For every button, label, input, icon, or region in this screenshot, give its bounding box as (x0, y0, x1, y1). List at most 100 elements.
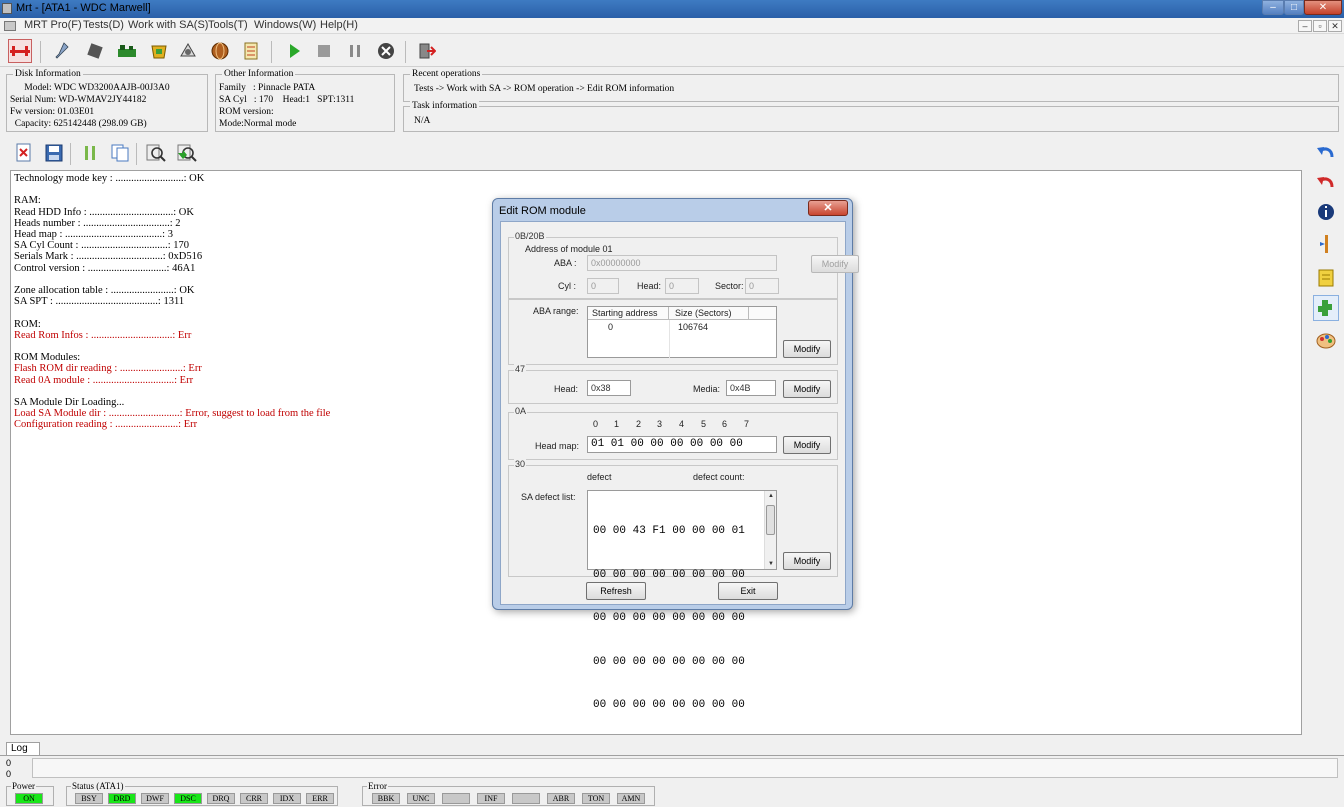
play-icon[interactable] (282, 39, 306, 63)
dialog-close-button[interactable]: ✕ (808, 200, 848, 216)
log-line: Head map : .............................… (14, 229, 173, 240)
plugin-icon[interactable] (1313, 295, 1339, 321)
globe-icon[interactable] (208, 39, 232, 63)
mdi-minimize-button[interactable]: – (1298, 20, 1312, 32)
save-log-icon[interactable] (42, 141, 66, 165)
redo-icon[interactable] (1313, 169, 1339, 195)
palette-icon[interactable] (1313, 327, 1339, 353)
window-title: Mrt - [ATA1 - WDC Marwell] (16, 2, 151, 14)
exit-icon[interactable] (415, 39, 439, 63)
status-flag: ON (15, 793, 43, 804)
app-icon (2, 3, 12, 14)
toolbar-separator (136, 143, 137, 165)
defect-list-scrollbar[interactable]: ▲ ▼ (764, 491, 776, 569)
task-information-legend: Task information (410, 101, 480, 111)
log-line: Read 0A module : .......................… (14, 374, 194, 386)
scroll-down-icon[interactable]: ▼ (768, 561, 774, 567)
log-tab[interactable]: Log (6, 742, 40, 756)
head-map-field[interactable]: 01 01 00 00 00 00 00 00 (587, 436, 777, 453)
drive-icon[interactable] (176, 39, 200, 63)
find-icon[interactable] (144, 141, 168, 165)
scroll-thumb[interactable] (766, 505, 775, 535)
mdi-restore-button[interactable]: ▫ (1313, 20, 1327, 32)
aba-field[interactable]: 0x00000000 (587, 255, 777, 271)
status-flag: DRQ (207, 793, 235, 804)
toolbar-separator (70, 143, 71, 165)
head-map-label: Head map: (535, 441, 580, 451)
menu-mrt-pro[interactable]: MRT Pro(F) (24, 19, 82, 31)
menu-tests[interactable]: Tests(D) (83, 19, 124, 31)
pause-icon[interactable] (343, 39, 367, 63)
rom-version-info: ROM version: (219, 107, 274, 117)
module-icon[interactable] (147, 39, 171, 63)
status-flag (442, 793, 470, 804)
position-strip: 0 0 (0, 755, 1344, 780)
find-next-icon[interactable] (175, 141, 199, 165)
sa-defect-list[interactable]: 00 00 43 F1 00 00 00 01 00 00 00 00 00 0… (587, 490, 777, 711)
log-line: Read Rom Infos : .......................… (14, 329, 192, 341)
log-line: Technology mode key : ..................… (14, 173, 205, 184)
log-line: Serials Mark : .........................… (14, 251, 203, 263)
chip-icon[interactable] (83, 39, 107, 63)
disconnect-icon[interactable] (8, 39, 32, 63)
disk-model: Model: WDC WD3200AAJB-00J3A0 (10, 83, 170, 93)
cyl-field[interactable]: 0 (587, 278, 619, 294)
notes-icon[interactable] (1313, 265, 1339, 291)
refresh-button[interactable]: Refresh (586, 582, 646, 600)
address-of-module-label: Address of module 01 (525, 244, 613, 254)
head-field[interactable]: 0 (665, 278, 699, 294)
flash-icon[interactable] (1313, 231, 1339, 257)
pipette-icon[interactable] (50, 39, 74, 63)
menu-tools[interactable]: Tools(T) (208, 19, 248, 31)
aba-range-modify-button[interactable]: Modify (783, 340, 831, 358)
info-icon[interactable] (1313, 199, 1339, 225)
mode-info: Mode:Normal mode (219, 119, 297, 129)
copy-log-icon[interactable] (108, 141, 132, 165)
scroll-up-icon[interactable]: ▲ (768, 493, 774, 499)
error-group: Error BBK UNC INF ABR TON AMN (362, 781, 655, 806)
title-bar: Mrt - [ATA1 - WDC Marwell] – □ ✕ (0, 0, 1344, 18)
status-group: Status (ATA1) BSY DRD DWF DSC DRQ CRR IDX ERR (66, 781, 338, 806)
menu-windows[interactable]: Windows(W) (254, 19, 316, 31)
status-flag: TON (582, 793, 610, 804)
head-field-47[interactable]: 0x38 (587, 380, 631, 396)
log-line: SA Cyl Count : .........................… (14, 240, 190, 252)
mdi-close-button[interactable]: ✕ (1328, 20, 1342, 32)
position-bar[interactable] (32, 758, 1338, 778)
undo-icon[interactable] (1313, 139, 1339, 165)
clear-log-icon[interactable] (12, 141, 36, 165)
pause-log-icon[interactable] (78, 141, 102, 165)
table-header-cell[interactable]: Starting address (588, 307, 669, 320)
status-flag: CRR (240, 793, 268, 804)
defect-list-modify-button[interactable]: Modify (783, 552, 831, 570)
stop-icon[interactable] (312, 39, 336, 63)
report-icon[interactable] (239, 39, 263, 63)
head-index-0: 0 (593, 419, 599, 429)
menu-work-with-sa[interactable]: Work with SA(S) (128, 19, 208, 31)
media-field[interactable]: 0x4B (726, 380, 776, 396)
status-bar: Power ON Status (ATA1) BSY DRD DWF DSC DRQ CR… (0, 780, 1344, 807)
head-map-frame: 0A 0 1 2 3 4 5 6 7 Head map: 01 01 00 00… (508, 406, 838, 460)
cancel-icon[interactable] (374, 39, 398, 63)
aba-range-table[interactable]: Starting address Size (Sectors) 0 106764 (587, 306, 777, 358)
exit-button[interactable]: Exit (718, 582, 778, 600)
status-legend: Status (ATA1) (71, 781, 125, 791)
board-icon[interactable] (115, 39, 139, 63)
table-header-cell[interactable]: Size (Sectors) (669, 307, 749, 320)
status-flag: UNC (407, 793, 435, 804)
log-line: Load SA Module dir : ...................… (14, 408, 331, 420)
maximize-button[interactable]: □ (1284, 0, 1304, 15)
right-toolbar (1309, 137, 1344, 357)
head-index-3: 3 (657, 419, 663, 429)
menu-help[interactable]: Help(H) (320, 19, 358, 31)
sector-field[interactable]: 0 (745, 278, 779, 294)
head-media-modify-button[interactable]: Modify (783, 380, 831, 398)
close-button[interactable]: ✕ (1304, 0, 1342, 15)
minimize-button[interactable]: – (1262, 0, 1284, 15)
aba-modify-button[interactable]: Modify (811, 255, 859, 273)
defect-row: 00 00 43 F1 00 00 00 01 (593, 525, 745, 537)
head-map-modify-button[interactable]: Modify (783, 436, 831, 454)
disk-information-group: Disk Information Model: WDC WD3200AAJB-0… (6, 69, 208, 132)
position-value-2: 0 (6, 769, 12, 779)
head-index-1: 1 (614, 419, 620, 429)
